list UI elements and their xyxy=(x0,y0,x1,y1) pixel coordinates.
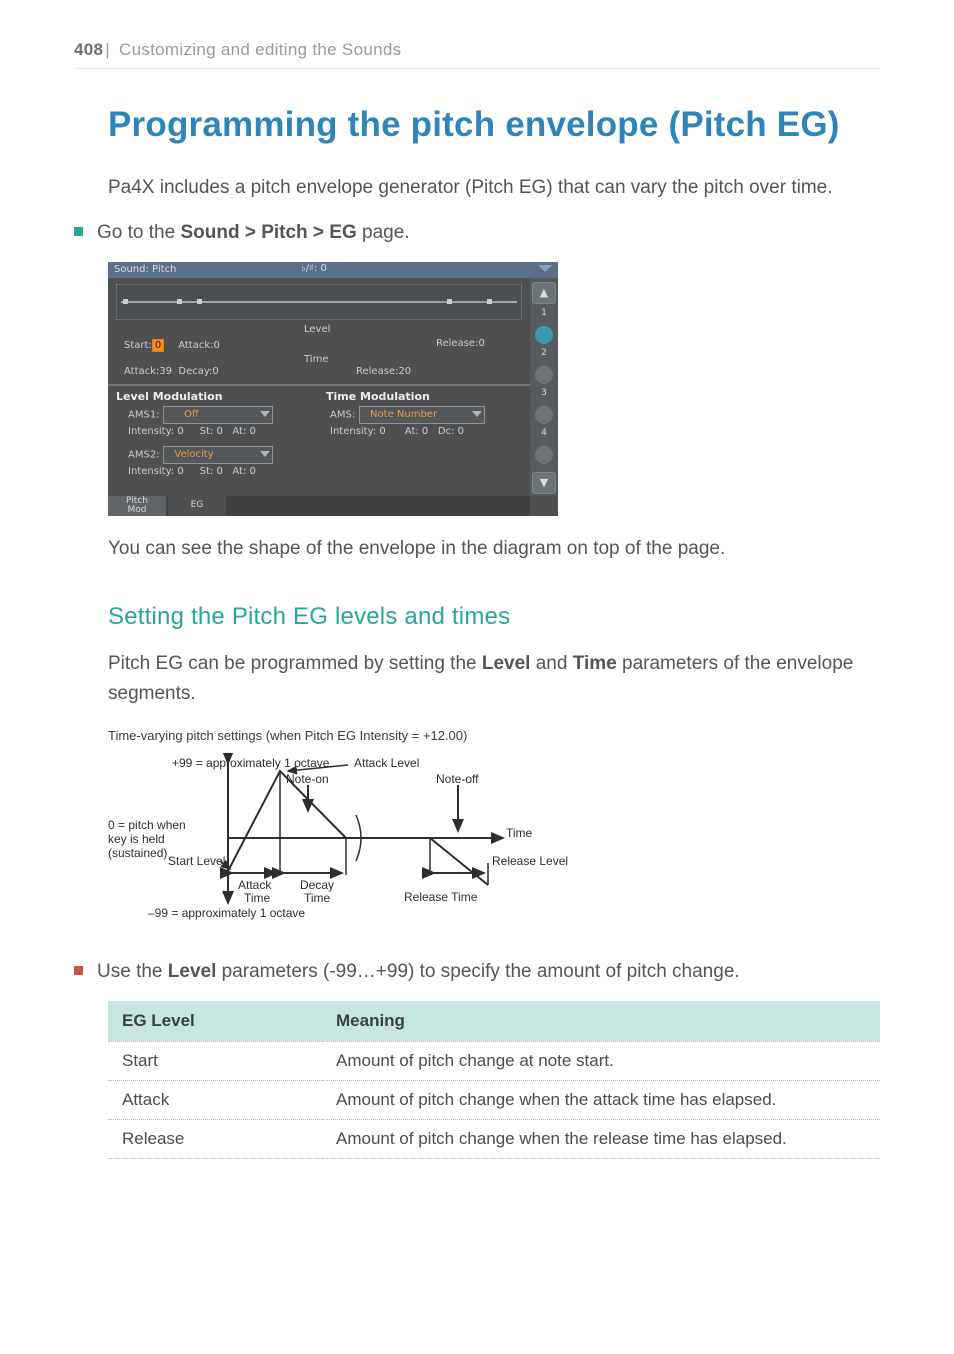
level-mod-heading: Level Modulation xyxy=(116,390,223,403)
oscillator-selector: ▲ 1 2 3 4 ▼ xyxy=(530,278,558,496)
svg-text:AttackTime: AttackTime xyxy=(238,878,272,905)
time-mod-heading: Time Modulation xyxy=(326,390,430,403)
window-title: Sound: Pitch xyxy=(114,264,176,275)
th-eg-level: EG Level xyxy=(108,1001,322,1042)
table-row: Attack Amount of pitch change when the a… xyxy=(108,1080,880,1119)
nav-path: Sound > Pitch > EG xyxy=(180,222,356,243)
svg-text:Note-off: Note-off xyxy=(436,772,479,786)
svg-text:Note-on: Note-on xyxy=(286,772,329,786)
table-row: Release Amount of pitch change when the … xyxy=(108,1119,880,1158)
bullet-square-icon xyxy=(74,966,83,975)
running-header: 408| Customizing and editing the Sounds xyxy=(74,40,880,69)
section-title: Customizing and editing the Sounds xyxy=(119,40,401,59)
window-titlebar: Sound: Pitch ♭/♯: 0 xyxy=(108,262,558,278)
svg-text:Release Level: Release Level xyxy=(492,854,568,868)
intro-paragraph: Pa4X includes a pitch envelope generator… xyxy=(108,173,880,202)
attack-level[interactable]: Attack:0 xyxy=(178,340,220,351)
envelope-display xyxy=(116,284,522,320)
screenshot-pitch-eg: Sound: Pitch ♭/♯: 0 Level Start:0 Attack… xyxy=(108,262,558,516)
tab-eg[interactable]: EG xyxy=(168,496,226,516)
osc-2[interactable] xyxy=(535,366,553,384)
svg-text:Time: Time xyxy=(506,826,533,840)
transpose-indicator: ♭/♯: 0 xyxy=(301,263,327,274)
tab-pitch-mod[interactable]: Pitch Mod xyxy=(108,496,166,516)
chevron-down-icon xyxy=(472,411,482,417)
table-row: Start Amount of pitch change at note sta… xyxy=(108,1041,880,1080)
chevron-down-icon xyxy=(260,411,270,417)
eg-svg: +99 = approximately 1 octave Attack Leve… xyxy=(108,753,668,933)
time-ams-dropdown[interactable]: Note Number xyxy=(359,406,485,424)
page-number: 408 xyxy=(74,40,103,59)
sub-body: Pitch EG can be programmed by setting th… xyxy=(108,649,880,708)
svg-text:Attack Level: Attack Level xyxy=(354,756,419,770)
level-heading: Level xyxy=(304,324,330,335)
svg-text:–99 = approximately 1 octave: –99 = approximately 1 octave xyxy=(148,906,305,920)
th-meaning: Meaning xyxy=(322,1001,880,1042)
eg-level-table: EG Level Meaning Start Amount of pitch c… xyxy=(108,1001,880,1159)
menu-caret-icon[interactable] xyxy=(538,265,552,275)
sub-heading: Setting the Pitch EG levels and times xyxy=(108,603,880,631)
level-bullet: Use the Level parameters (-99…+99) to sp… xyxy=(74,957,880,986)
bullet-square-icon xyxy=(74,227,83,236)
time-heading: Time xyxy=(304,354,328,365)
osc-1[interactable] xyxy=(535,326,553,344)
bottom-tabs: Pitch Mod EG xyxy=(108,496,530,516)
release-time[interactable]: Release:20 xyxy=(356,366,411,377)
pitch-eg-diagram: Time-varying pitch settings (when Pitch … xyxy=(108,728,668,933)
svg-text:+99 = approximately 1 octave: +99 = approximately 1 octave xyxy=(172,756,330,770)
page-title: Programming the pitch envelope (Pitch EG… xyxy=(74,105,880,145)
chevron-down-icon xyxy=(260,451,270,457)
release-level[interactable]: Release:0 xyxy=(436,338,485,349)
ams2-dropdown[interactable]: Velocity xyxy=(163,446,273,464)
svg-text:Release Time: Release Time xyxy=(404,890,478,904)
scroll-up-button[interactable]: ▲ xyxy=(532,282,556,304)
osc-4[interactable] xyxy=(535,446,553,464)
start-value[interactable]: 0 xyxy=(152,339,164,352)
attack-time[interactable]: Attack:39 xyxy=(124,366,172,377)
svg-text:Start Level: Start Level xyxy=(168,854,225,868)
ams1-dropdown[interactable]: Off xyxy=(163,406,273,424)
scroll-down-button[interactable]: ▼ xyxy=(532,472,556,494)
decay-time[interactable]: Decay:0 xyxy=(178,366,218,377)
after-shot-text: You can see the shape of the envelope in… xyxy=(108,534,880,563)
nav-instruction: Go to the Sound > Pitch > EG page. xyxy=(74,218,880,247)
osc-3[interactable] xyxy=(535,406,553,424)
svg-text:DecayTime: DecayTime xyxy=(300,878,334,905)
